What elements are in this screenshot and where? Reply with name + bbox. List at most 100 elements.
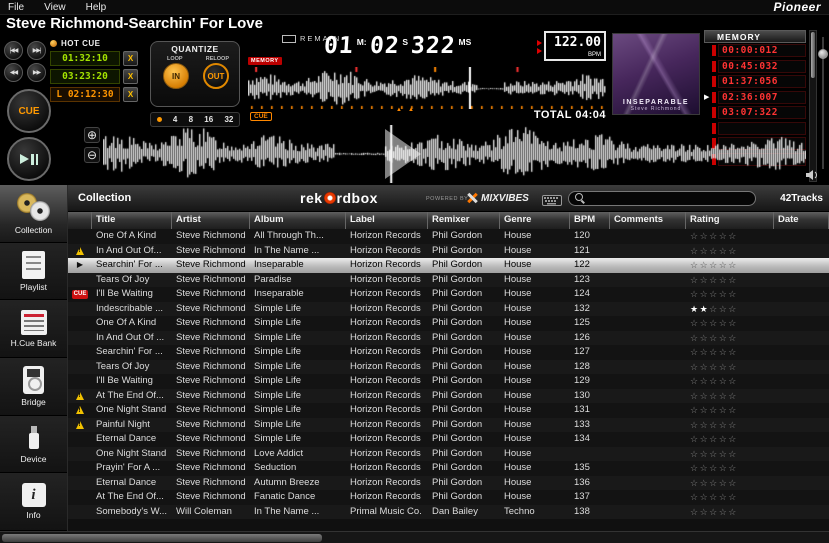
sidebar-item-device[interactable]: Device [0, 415, 67, 474]
track-row[interactable]: Searchin' For ... Steve Richmond Simple Li… [68, 345, 829, 360]
hot-cue-time-2[interactable]: 03:23:20 [50, 69, 120, 84]
track-row[interactable]: ▶ Searchin' For ... Steve Richmond Insepara… [68, 258, 829, 273]
info-icon [21, 483, 46, 508]
stars-empty: ☆☆☆☆☆ [690, 245, 738, 256]
bridge-icon [23, 365, 44, 394]
track-row[interactable]: One Of A Kind Steve Richmond Simple Life Ho… [68, 316, 829, 331]
beat-length-16[interactable]: 16 [204, 115, 213, 124]
track-row[interactable]: Prayin' For A ... Steve Richmond Seduction… [68, 461, 829, 476]
hot-cue-slots: 01:32:10 X 03:23:20 X L 02:12:30 X [50, 51, 146, 102]
prev-track-button[interactable]: |◀◀ [4, 41, 23, 60]
cell-artist: Steve Richmond [176, 404, 246, 415]
hot-cue-clear-button-3[interactable]: X [123, 87, 138, 102]
column-header-artist[interactable]: Artist [172, 212, 250, 229]
memory-entry[interactable]: ▶ 02:36:007 [704, 90, 806, 106]
hot-cue-time-3[interactable]: L 02:12:30 [50, 87, 120, 102]
memory-time[interactable]: 00:00:012 [718, 44, 806, 58]
track-row[interactable]: Eternal Dance Steve Richmond Autumn Breeze… [68, 475, 829, 491]
memory-time[interactable]: 01:37:056 [718, 75, 806, 89]
cell-comments [610, 229, 686, 244]
play-pause-button[interactable] [7, 137, 51, 181]
beat-length-4[interactable]: 4 [173, 115, 177, 124]
cell-artist: Steve Richmond [176, 462, 246, 473]
sidebar-item-bridge[interactable]: Bridge [0, 358, 67, 416]
track-row[interactable]: Somebody's W... Will Coleman In The Name .… [68, 504, 829, 519]
keyboard-icon[interactable] [542, 193, 562, 211]
level-slider[interactable] [818, 37, 828, 169]
memory-time[interactable]: 00:45:032 [718, 59, 806, 73]
column-header-title[interactable]: Title [92, 212, 172, 229]
search-forward-button[interactable]: ▶▶ [27, 63, 46, 82]
column-header-album[interactable]: Album [250, 212, 346, 229]
hot-cue-clear-button-2[interactable]: X [123, 69, 138, 84]
column-header-remixer[interactable]: Remixer [428, 212, 500, 229]
track-row[interactable]: Indescribable ... Steve Richmond Simple Li… [68, 301, 829, 316]
main-waveform[interactable] [248, 67, 606, 109]
zoom-in-icon[interactable]: ⊕ [84, 127, 100, 143]
track-row[interactable]: Tears Of Joy Steve Richmond Paradise Horizo… [68, 272, 829, 287]
menu-file[interactable]: File [8, 2, 24, 13]
zoom-controls: ⊕ ⊖ [84, 127, 100, 163]
track-row[interactable]: In And Out Of... Steve Richmond In The Nam… [68, 243, 829, 258]
menu-view[interactable]: View [44, 2, 66, 13]
hot-cue-clear-button-1[interactable]: X [123, 51, 138, 66]
column-header-comments[interactable]: Comments [610, 212, 686, 229]
quantize-label: QUANTIZE [171, 44, 219, 54]
sidebar-item-playlist[interactable]: Playlist [0, 242, 67, 301]
memory-time[interactable]: 02:36:007 [718, 90, 806, 104]
loop-in-button[interactable]: IN [163, 63, 189, 89]
cue-button[interactable]: CUE [7, 89, 51, 133]
column-header-status[interactable] [68, 212, 92, 229]
cell-artist: Steve Richmond [176, 331, 246, 343]
sidebar-item-h-cue-bank[interactable]: H.Cue Bank [0, 300, 67, 359]
track-row[interactable]: One Night Stand Steve Richmond Love Addict… [68, 446, 829, 461]
beat-length-8[interactable]: 8 [189, 115, 193, 124]
hot-cue-time-1[interactable]: 01:32:10 [50, 51, 120, 66]
warning-icon [76, 420, 84, 429]
memory-entry[interactable]: 00:45:032 [704, 59, 806, 75]
playhead-triangle-icon [385, 129, 421, 179]
cell-rating: ☆☆☆☆☆ [686, 476, 774, 491]
track-row[interactable]: In And Out Of ... Steve Richmond Simple Li… [68, 330, 829, 345]
track-status-cell [68, 432, 92, 447]
track-row[interactable]: At The End Of... Steve Richmond Fanatic Da… [68, 490, 829, 505]
search-input[interactable] [590, 193, 749, 204]
memory-entry[interactable]: 03:07:322 [704, 105, 806, 121]
slider-knob[interactable] [818, 49, 828, 59]
memory-entry[interactable]: 01:37:056 [704, 74, 806, 90]
horizontal-scrollbar[interactable] [0, 531, 829, 543]
column-header-label[interactable]: Label [346, 212, 428, 229]
memory-scrollbar[interactable] [809, 30, 817, 182]
column-header-bpm[interactable]: BPM [570, 212, 610, 229]
column-header-date[interactable]: Date [774, 212, 829, 229]
search-box[interactable] [568, 191, 756, 206]
track-row[interactable]: Painful Night Steve Richmond Simple Life Ho… [68, 417, 829, 432]
memory-time[interactable]: 03:07:322 [718, 106, 806, 120]
memory-entry[interactable]: 00:00:012 [704, 43, 806, 59]
search-back-button[interactable]: ◀◀ [4, 63, 23, 82]
cell-remixer: Phil Gordon [432, 491, 483, 502]
sidebar-item-info[interactable]: Info [0, 473, 67, 532]
menu-help[interactable]: Help [86, 2, 107, 13]
track-row[interactable]: One Night Stand Steve Richmond Simple Life… [68, 403, 829, 418]
next-track-button[interactable]: ▶▶| [27, 41, 46, 60]
track-row[interactable]: At The End Of... Steve Richmond Simple Lif… [68, 388, 829, 403]
cell-bpm: 124 [574, 288, 590, 299]
track-row[interactable]: Tears Of Joy Steve Richmond Simple Life Hor… [68, 359, 829, 374]
memory-scrollbar-thumb[interactable] [811, 32, 815, 78]
horizontal-scrollbar-thumb[interactable] [2, 534, 322, 542]
beat-length-32[interactable]: 32 [224, 115, 233, 124]
track-row[interactable]: One Of A Kind Steve Richmond All Through T… [68, 229, 829, 244]
column-header-rating[interactable]: Rating [686, 212, 774, 229]
column-header-genre[interactable]: Genre [500, 212, 570, 229]
track-row[interactable]: I'll Be Waiting Steve Richmond Simple Life… [68, 374, 829, 389]
zoom-out-icon[interactable]: ⊖ [84, 147, 100, 163]
track-status-cell [68, 476, 92, 491]
sidebar-item-collection[interactable]: Collection [0, 185, 67, 243]
track-row[interactable]: Eternal Dance Steve Richmond Simple Life Ho… [68, 432, 829, 447]
track-row[interactable]: CUE I'll Be Waiting Steve Richmond Insepara… [68, 287, 829, 302]
sidebar: Collection Playlist H.Cue Bank Bridge Device… [0, 185, 68, 532]
loop-out-button[interactable]: OUT [203, 63, 229, 89]
device-icon [21, 424, 47, 451]
zoom-waveform[interactable] [103, 125, 806, 183]
